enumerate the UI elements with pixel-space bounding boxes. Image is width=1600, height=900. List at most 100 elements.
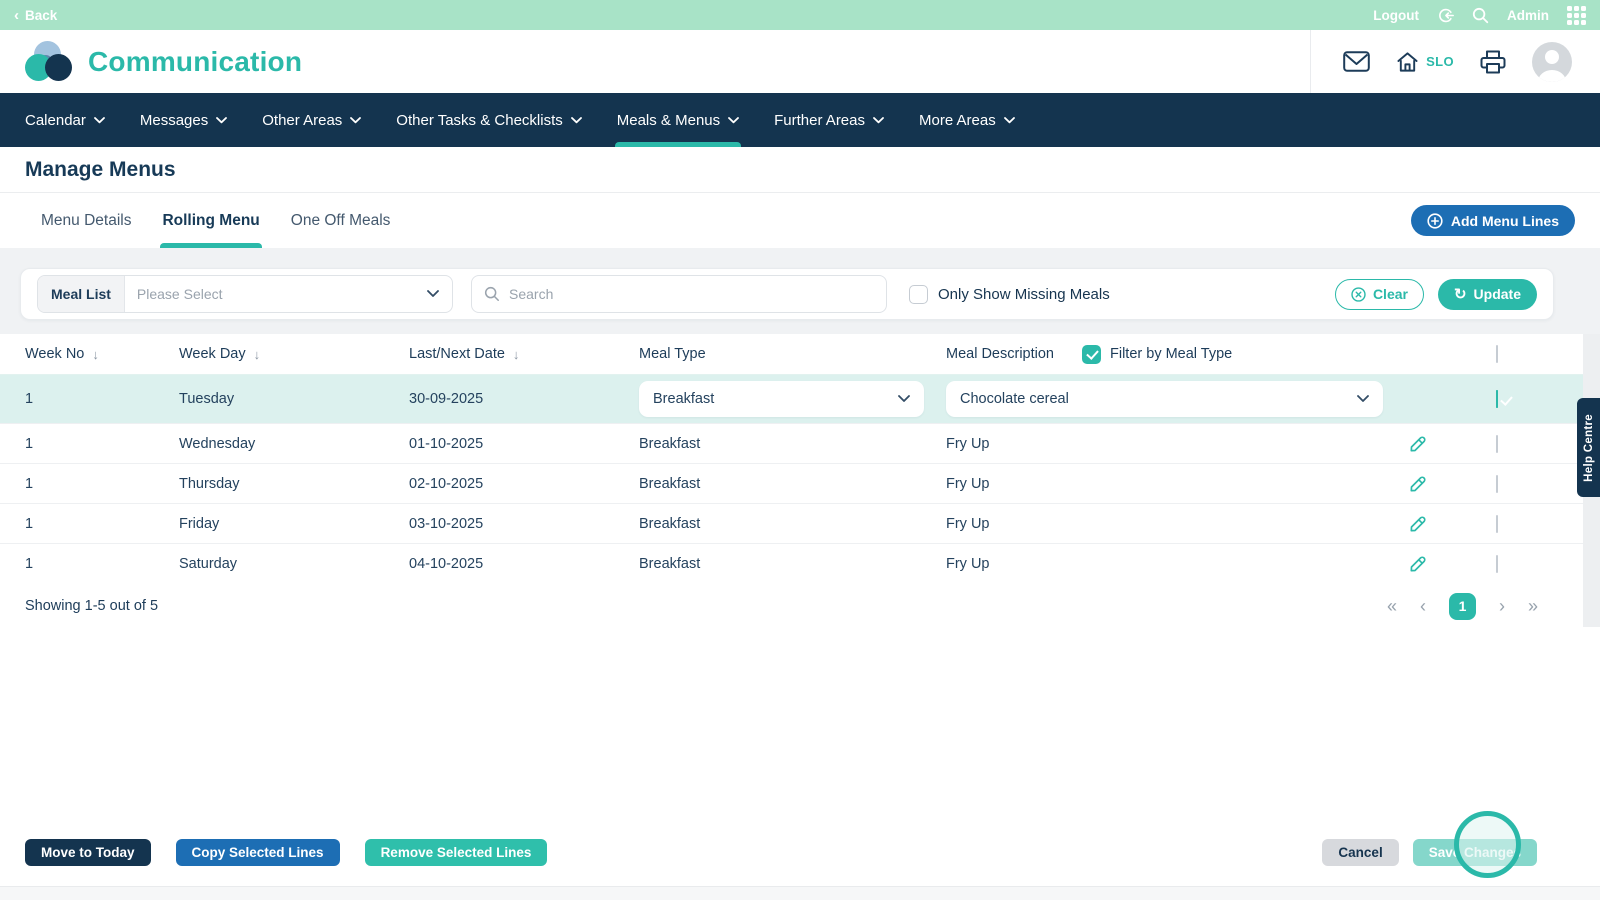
page-title: Manage Menus [25, 157, 176, 181]
chevron-down-icon [93, 116, 105, 123]
back-button[interactable]: ‹ Back [14, 8, 57, 23]
cell-week-no: 1 [25, 515, 34, 532]
tab-rolling-menu[interactable]: Rolling Menu [160, 193, 263, 248]
save-changes-button[interactable]: Save Changes [1412, 839, 1537, 866]
col-date-label: Last/Next Date [409, 346, 505, 362]
last-page-button[interactable]: » [1528, 597, 1538, 615]
chevron-down-icon [427, 290, 439, 298]
move-to-today-button[interactable]: Move to Today [25, 839, 151, 866]
pencil-icon [1410, 436, 1426, 451]
meal-list-select[interactable]: Meal List Please Select [37, 275, 453, 313]
cell-date: 04-10-2025 [409, 555, 484, 572]
row-checkbox[interactable] [1496, 474, 1498, 493]
print-icon[interactable] [1480, 50, 1506, 74]
previous-page-button[interactable]: ‹ [1420, 597, 1426, 615]
current-page-button[interactable]: 1 [1448, 592, 1476, 620]
col-meal-type-label: Meal Type [639, 346, 706, 362]
tab-menu-details[interactable]: Menu Details [39, 193, 133, 248]
edit-row-button[interactable] [1406, 552, 1430, 576]
app-logo-icon [25, 40, 73, 83]
cell-meal-type: Breakfast [639, 435, 701, 452]
nav-further-areas-label: Further Areas [774, 111, 865, 129]
plus-circle-icon [1427, 212, 1443, 229]
user-name-label[interactable]: Admin [1507, 8, 1549, 23]
filter-by-meal-type-checkbox[interactable] [1082, 344, 1101, 364]
user-avatar[interactable] [1532, 41, 1572, 82]
clear-button[interactable]: Clear [1334, 278, 1424, 310]
update-button[interactable]: ↻ Update [1437, 278, 1537, 310]
pencil-icon [1410, 516, 1426, 531]
home-button[interactable]: SLO [1396, 51, 1454, 73]
main-nav: Calendar Messages Other Areas Other Task… [0, 93, 1600, 147]
col-week-no[interactable]: Week No ↓ [25, 346, 179, 362]
brand: Communication [0, 30, 302, 93]
table-row[interactable]: 1 Saturday 04-10-2025 Breakfast Fry Up [0, 543, 1600, 583]
footer-strip [0, 886, 1600, 900]
add-menu-lines-label: Add Menu Lines [1450, 212, 1559, 229]
messages-envelope-icon[interactable] [1343, 51, 1370, 72]
tab-one-off-meals[interactable]: One Off Meals [289, 193, 393, 248]
row-checkbox[interactable] [1496, 514, 1498, 533]
add-menu-lines-button[interactable]: Add Menu Lines [1410, 205, 1575, 236]
row-checkbox[interactable] [1496, 434, 1498, 453]
first-page-button[interactable]: « [1387, 597, 1397, 615]
nav-other-tasks-label: Other Tasks & Checklists [396, 111, 563, 129]
help-centre-tab[interactable]: Help Centre [1577, 398, 1600, 497]
nav-other-tasks-checklists[interactable]: Other Tasks & Checklists [396, 93, 582, 147]
update-label: Update [1473, 286, 1521, 302]
edit-row-button[interactable] [1406, 432, 1430, 456]
cell-meal-description: Fry Up [946, 555, 990, 572]
search-input[interactable] [509, 286, 874, 302]
cell-meal-description: Fry Up [946, 515, 990, 532]
apps-grid-icon[interactable] [1567, 5, 1586, 25]
cell-meal-description: Fry Up [946, 435, 990, 452]
edit-row-button[interactable] [1406, 472, 1430, 496]
edit-row-button[interactable] [1406, 512, 1430, 536]
tab-rolling-menu-label: Rolling Menu [162, 211, 260, 229]
nav-other-areas[interactable]: Other Areas [262, 93, 362, 147]
row-checkbox[interactable] [1496, 554, 1498, 573]
page-title-bar: Manage Menus [0, 147, 1600, 193]
remove-selected-lines-button[interactable]: Remove Selected Lines [364, 839, 548, 866]
chevron-down-icon [1003, 116, 1015, 123]
table-row[interactable]: 1 Wednesday 01-10-2025 Breakfast Fry Up [0, 423, 1600, 463]
table-row[interactable]: 1 Friday 03-10-2025 Breakfast Fry Up [0, 503, 1600, 543]
nav-messages[interactable]: Messages [139, 93, 228, 147]
meal-type-select[interactable]: Breakfast [639, 381, 924, 417]
copy-selected-lines-button[interactable]: Copy Selected Lines [175, 839, 340, 866]
only-show-missing-meals-toggle[interactable]: Only Show Missing Meals [909, 284, 1110, 304]
meal-description-value: Chocolate cereal [960, 391, 1069, 407]
sort-arrow-icon: ↓ [512, 346, 520, 362]
row-checkbox[interactable] [1496, 390, 1498, 408]
next-page-button[interactable]: › [1499, 597, 1505, 615]
pencil-icon [1410, 556, 1426, 571]
nav-calendar[interactable]: Calendar [25, 93, 105, 147]
nav-further-areas[interactable]: Further Areas [774, 93, 884, 147]
filter-by-meal-type-toggle[interactable]: Filter by Meal Type [1082, 344, 1233, 364]
cell-week-day: Tuesday [179, 391, 235, 407]
utility-bar: ‹ Back Logout Admin [0, 0, 1600, 30]
filter-by-meal-type-label: Filter by Meal Type [1110, 346, 1233, 362]
table-row[interactable]: 1 Tuesday 30-09-2025 Breakfast Chocolate… [0, 374, 1600, 423]
nav-messages-label: Messages [139, 111, 209, 129]
cell-date: 01-10-2025 [409, 435, 484, 452]
only-show-missing-checkbox[interactable] [909, 284, 928, 304]
nav-more-areas[interactable]: More Areas [919, 93, 1015, 147]
cancel-button[interactable]: Cancel [1322, 839, 1399, 866]
table-row[interactable]: 1 Thursday 02-10-2025 Breakfast Fry Up [0, 463, 1600, 503]
nav-meals-menus[interactable]: Meals & Menus [614, 93, 742, 147]
cell-date: 02-10-2025 [409, 475, 484, 492]
only-show-missing-label: Only Show Missing Meals [938, 285, 1110, 303]
chevron-down-icon [350, 116, 362, 123]
col-week-day[interactable]: Week Day ↓ [179, 346, 409, 362]
cell-week-no: 1 [25, 555, 34, 572]
meal-list-value: Please Select [136, 286, 223, 302]
meal-description-select[interactable]: Chocolate cereal [946, 381, 1383, 417]
col-last-next-date[interactable]: Last/Next Date ↓ [409, 346, 639, 362]
select-all-checkbox[interactable] [1496, 345, 1498, 363]
search-icon[interactable] [1472, 7, 1489, 24]
logout-icon[interactable] [1437, 7, 1454, 24]
logout-button[interactable]: Logout [1373, 8, 1419, 23]
pencil-icon [1410, 476, 1426, 491]
chevron-down-icon [873, 116, 884, 123]
